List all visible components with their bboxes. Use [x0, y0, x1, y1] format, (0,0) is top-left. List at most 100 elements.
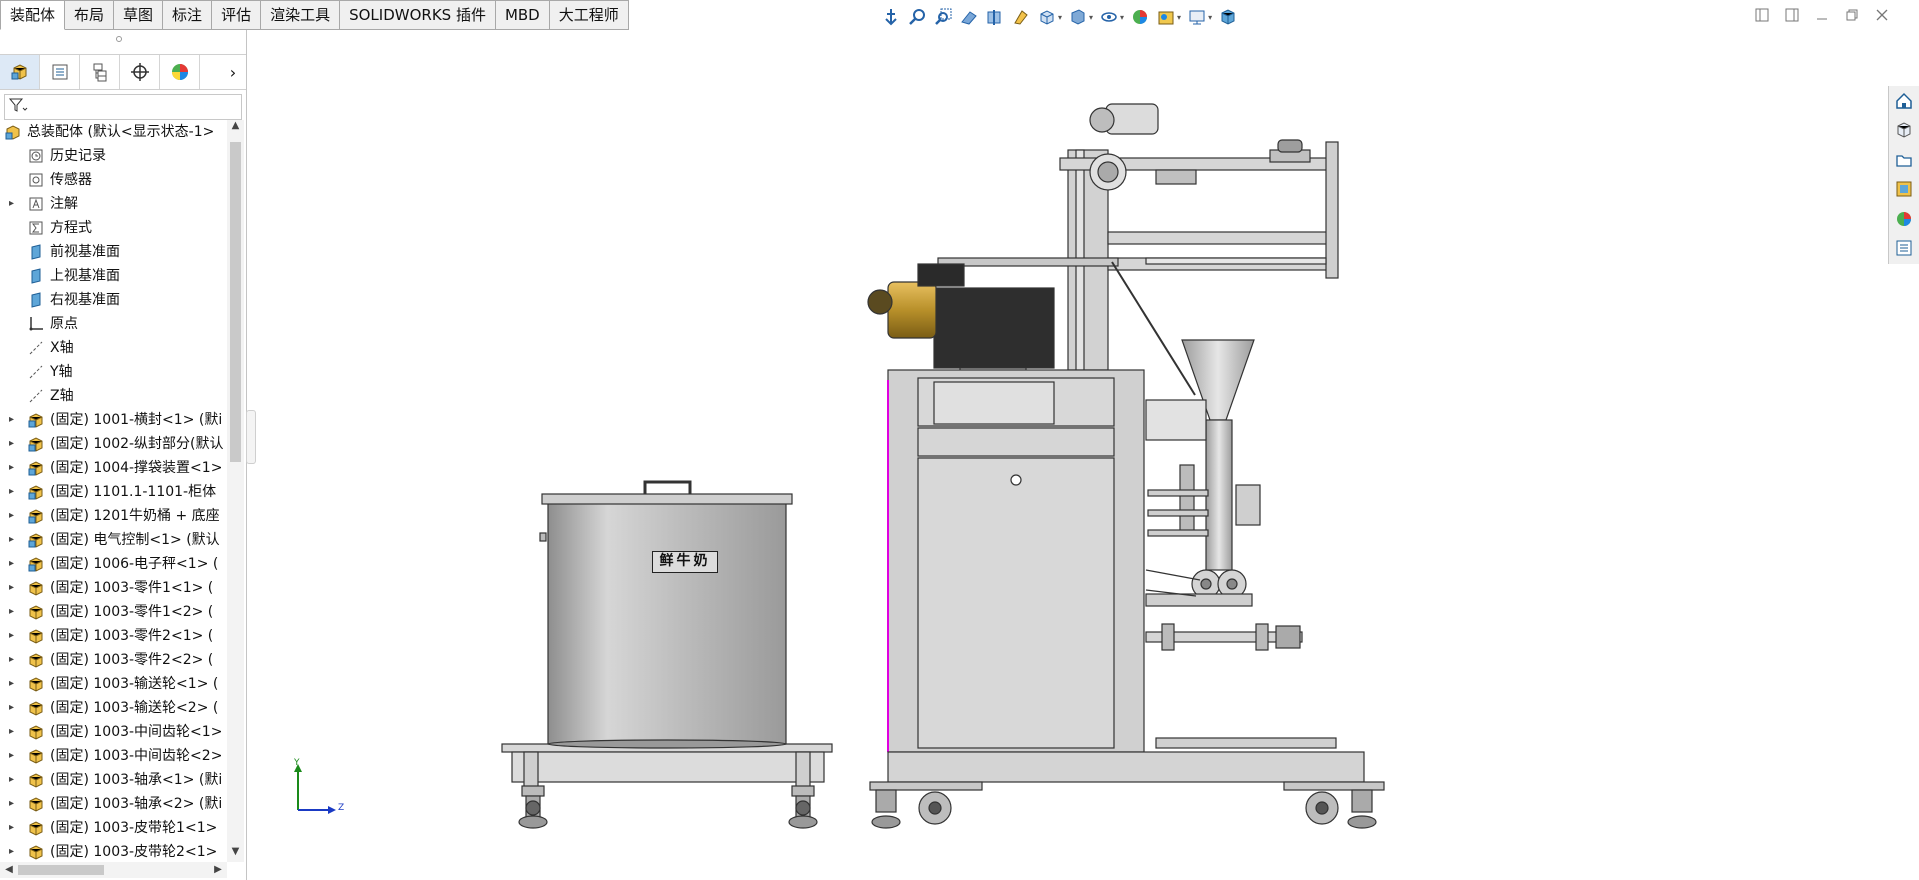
tree-item[interactable]: ▸ (固定) 1003-皮带轮1<1> — [0, 816, 226, 840]
solidworks-resources-icon[interactable] — [1889, 86, 1918, 116]
view-orientation-anchor-icon[interactable] — [880, 7, 901, 28]
tree-item[interactable]: ▸ 注解 — [0, 192, 226, 216]
zoom-to-area-icon[interactable] — [932, 7, 953, 28]
tab-mbd[interactable]: MBD — [495, 0, 550, 30]
chevron-down-icon[interactable]: ▾ — [1177, 13, 1181, 22]
expand-arrow-icon[interactable]: ▸ — [9, 408, 19, 432]
panel-left-icon[interactable] — [1753, 6, 1771, 24]
featuremanager-icon[interactable] — [0, 55, 40, 89]
expand-arrow-icon[interactable]: ▸ — [9, 552, 19, 576]
chevron-down-icon[interactable]: ▾ — [1089, 13, 1093, 22]
edit-appearance-icon[interactable] — [1129, 7, 1150, 28]
scrollbar-thumb[interactable] — [18, 865, 104, 875]
tree-item[interactable]: 方程式 — [0, 216, 226, 240]
tree-item[interactable]: ▸ (固定) 1003-轴承<1> (默i — [0, 768, 226, 792]
expand-arrow-icon[interactable]: ▸ — [9, 432, 19, 456]
graphics-area[interactable] — [0, 0, 1919, 880]
tab-big-engineer[interactable]: 大工程师 — [549, 0, 629, 30]
view-settings-icon[interactable] — [1186, 7, 1207, 28]
zoom-to-fit-icon[interactable] — [906, 7, 927, 28]
tree-item[interactable]: ▸ (固定) 1003-中间齿轮<2> — [0, 744, 226, 768]
panel-grip-handle[interactable] — [116, 36, 122, 42]
tree-horizontal-scrollbar[interactable]: ◀ ▶ — [0, 862, 227, 878]
expand-arrow-icon[interactable]: ▸ — [9, 648, 19, 672]
minimize-icon[interactable] — [1813, 6, 1831, 24]
section-view-icon[interactable] — [984, 7, 1005, 28]
tree-item[interactable]: ▸ (固定) 1201牛奶桶 + 底座 — [0, 504, 226, 528]
propertymanager-icon[interactable] — [40, 55, 80, 89]
panel-right-icon[interactable] — [1783, 6, 1801, 24]
tab-sketch[interactable]: 草图 — [114, 0, 164, 30]
previous-view-icon[interactable] — [958, 7, 979, 28]
tree-vertical-scrollbar[interactable]: ▲ ▼ — [227, 120, 244, 862]
hide-show-items-icon[interactable] — [1098, 7, 1119, 28]
tree-item[interactable]: 前视基准面 — [0, 240, 226, 264]
tree-item[interactable]: ▸ (固定) 1004-撑袋装置<1> — [0, 456, 226, 480]
expand-arrow-icon[interactable]: ▸ — [9, 456, 19, 480]
expand-arrow-icon[interactable]: ▸ — [9, 672, 19, 696]
chevron-down-icon[interactable]: ▾ — [1120, 13, 1124, 22]
tree-item[interactable]: ▸ (固定) 1003-轴承<2> (默i — [0, 792, 226, 816]
close-icon[interactable] — [1873, 6, 1891, 24]
tab-layout[interactable]: 布局 — [65, 0, 115, 30]
packing-machine-assembly[interactable] — [867, 103, 1385, 829]
dimxpert-icon[interactable] — [120, 55, 160, 89]
tree-item[interactable]: 传感器 — [0, 168, 226, 192]
apply-scene-icon[interactable] — [1155, 7, 1176, 28]
scroll-right-icon[interactable]: ▶ — [211, 862, 225, 878]
view-orientation-icon[interactable] — [1036, 7, 1057, 28]
scroll-down-icon[interactable]: ▼ — [228, 846, 243, 862]
tree-root[interactable]: 总装配体 (默认<显示状态-1> — [0, 120, 226, 144]
tree-item[interactable]: ▸ (固定) 1002-纵封部分(默认 — [0, 432, 226, 456]
chevron-down-icon[interactable]: ▾ — [1208, 13, 1212, 22]
filter-icon[interactable] — [8, 97, 28, 117]
scroll-up-icon[interactable]: ▲ — [228, 120, 243, 136]
expand-arrow-icon[interactable]: ▸ — [9, 528, 19, 552]
panel-splitter-handle[interactable] — [246, 410, 256, 464]
tree-item[interactable]: ▸ (固定) 电气控制<1> (默认 — [0, 528, 226, 552]
restore-icon[interactable] — [1843, 6, 1861, 24]
tree-item[interactable]: ▸ (固定) 1003-中间齿轮<1> — [0, 720, 226, 744]
display-style-icon[interactable] — [1067, 7, 1088, 28]
tab-solidworks-addins[interactable]: SOLIDWORKS 插件 — [340, 0, 496, 30]
displaymanager-icon[interactable] — [160, 55, 200, 89]
expand-arrow-icon[interactable]: ▸ — [9, 696, 19, 720]
tab-render-tools[interactable]: 渲染工具 — [261, 0, 341, 30]
tree-item[interactable]: ▸ (固定) 1003-输送轮<1> ( — [0, 672, 226, 696]
tree-item[interactable]: X轴 — [0, 336, 226, 360]
expand-arrow-icon[interactable]: ▸ — [9, 720, 19, 744]
3d-view-icon[interactable] — [1217, 7, 1238, 28]
tree-item[interactable]: ▸ (固定) 1001-横封<1> (默i — [0, 408, 226, 432]
chevron-right-icon[interactable]: › — [220, 55, 246, 89]
tree-item[interactable]: ▸ (固定) 1003-零件2<1> ( — [0, 624, 226, 648]
expand-arrow-icon[interactable]: ▸ — [9, 504, 19, 528]
tree-item[interactable]: Z轴 — [0, 384, 226, 408]
custom-properties-icon[interactable] — [1889, 234, 1918, 264]
scroll-left-icon[interactable]: ◀ — [2, 862, 16, 878]
expand-arrow-icon[interactable]: ▸ — [9, 192, 19, 216]
tree-item[interactable]: ▸ (固定) 1006-电子秤<1> ( — [0, 552, 226, 576]
tab-evaluate[interactable]: 评估 — [212, 0, 262, 30]
milk-tank-assembly[interactable] — [501, 480, 833, 829]
expand-arrow-icon[interactable]: ▸ — [9, 816, 19, 840]
tree-item[interactable]: ▸ (固定) 1003-皮带轮2<1> — [0, 840, 226, 864]
tree-filter-input[interactable] — [4, 94, 242, 120]
expand-arrow-icon[interactable]: ▸ — [9, 744, 19, 768]
expand-arrow-icon[interactable]: ▸ — [9, 792, 19, 816]
tree-item[interactable]: ▸ (固定) 1003-零件1<1> ( — [0, 576, 226, 600]
tree-item[interactable]: ▸ (固定) 1101.1-1101-柜体 — [0, 480, 226, 504]
expand-arrow-icon[interactable]: ▸ — [9, 576, 19, 600]
tree-item[interactable]: ▸ (固定) 1003-零件1<2> ( — [0, 600, 226, 624]
tab-markup[interactable]: 标注 — [163, 0, 213, 30]
expand-arrow-icon[interactable]: ▸ — [9, 840, 19, 864]
appearances-icon[interactable] — [1889, 204, 1918, 234]
tree-item[interactable]: 原点 — [0, 312, 226, 336]
expand-arrow-icon[interactable]: ▸ — [9, 624, 19, 648]
expand-arrow-icon[interactable]: ▸ — [9, 480, 19, 504]
tree-item[interactable]: 上视基准面 — [0, 264, 226, 288]
tree-item[interactable]: ▸ (固定) 1003-零件2<2> ( — [0, 648, 226, 672]
view-palette-icon[interactable] — [1889, 175, 1918, 205]
tree-item[interactable]: 右视基准面 — [0, 288, 226, 312]
expand-arrow-icon[interactable]: ▸ — [9, 600, 19, 624]
file-explorer-icon[interactable] — [1889, 145, 1918, 175]
